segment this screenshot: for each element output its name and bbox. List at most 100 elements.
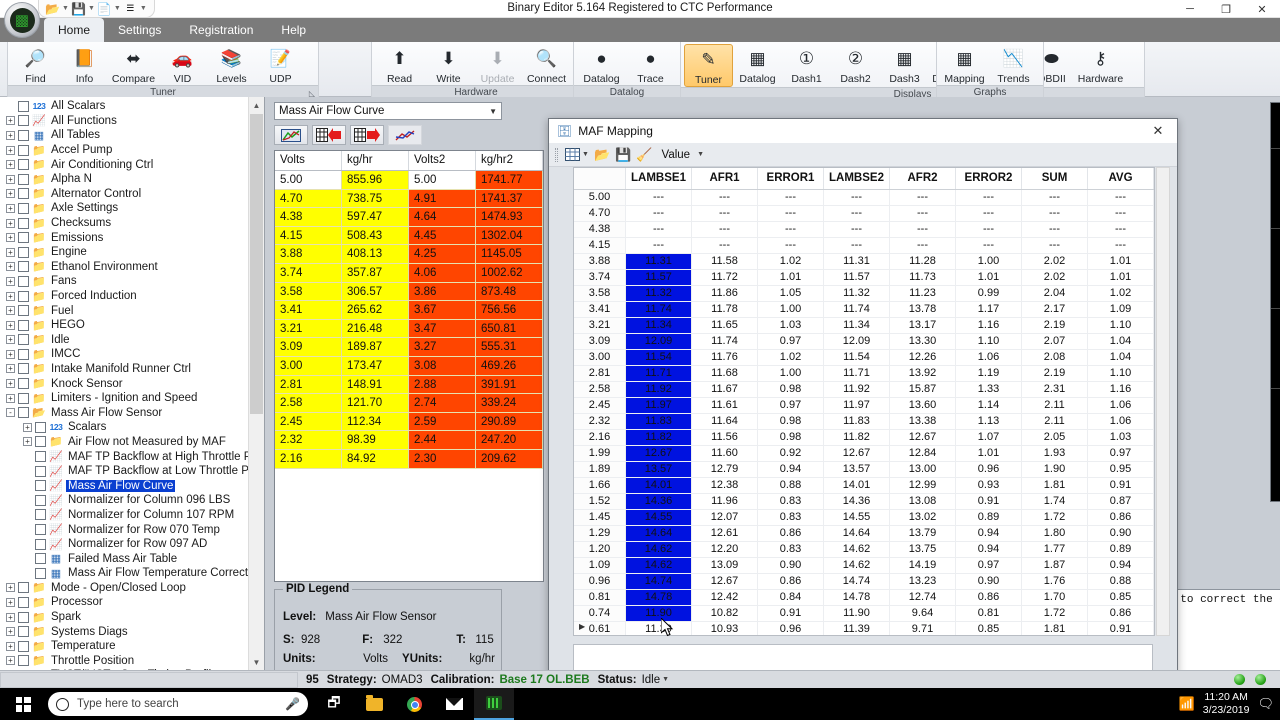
task-view-icon[interactable]: 🗗 xyxy=(314,688,354,720)
maf-table-cell[interactable]: 12.74 xyxy=(890,590,956,605)
application-menu-orb[interactable]: ▩ xyxy=(4,2,40,38)
maf-table-row[interactable]: 4.38 --- --- --- --- --- --- --- --- xyxy=(574,222,1154,238)
curve-grid-cell[interactable]: 4.06 xyxy=(409,263,476,282)
maf-table-cell[interactable]: 0.98 xyxy=(758,414,824,429)
tree-item-checkbox[interactable] xyxy=(35,421,46,433)
tree-item-maf-tp-backflow-at-high-throttle-position[interactable]: 📈 MAF TP Backflow at High Throttle Positi… xyxy=(0,449,264,464)
maf-table-cell[interactable]: 13.02 xyxy=(890,510,956,525)
maf-table-cell[interactable]: 11.67 xyxy=(692,382,758,397)
maf-table-cell[interactable]: 12.67 xyxy=(890,430,956,445)
maf-table-cell[interactable]: 11.82 xyxy=(824,430,890,445)
maf-table-cell[interactable]: 11.61 xyxy=(692,398,758,413)
maf-table-cell[interactable]: 2.19 xyxy=(1022,318,1088,333)
maf-table-cell[interactable]: 14.78 xyxy=(824,590,890,605)
maf-table-cell[interactable]: 1.81 xyxy=(1022,478,1088,493)
ribbon-button-datalog[interactable]: ▦ Datalog xyxy=(733,44,782,87)
maf-table-cell[interactable]: 0.92 xyxy=(758,446,824,461)
tree-item-ethanol-environment[interactable]: + 📁 Ethanol Environment xyxy=(0,260,248,275)
maf-table-cell[interactable]: 13.30 xyxy=(890,334,956,349)
ribbon-button-write[interactable]: ⬇ Write xyxy=(424,44,473,85)
maf-table-row[interactable]: 4.70 --- --- --- --- --- --- --- --- xyxy=(574,206,1154,222)
tree-item-checkbox[interactable] xyxy=(18,319,29,331)
collapse-icon[interactable]: - xyxy=(6,408,15,418)
curve-grid-cell[interactable]: 3.21 xyxy=(275,319,342,338)
curve-grid-cell[interactable]: 3.67 xyxy=(409,301,476,319)
maf-table-cell[interactable]: 12.09 xyxy=(824,334,890,349)
expand-icon[interactable]: + xyxy=(6,656,15,666)
tree-item-checkbox[interactable] xyxy=(18,202,29,214)
tree-item-checkbox[interactable] xyxy=(18,144,29,156)
curve-grid-cell[interactable]: 3.86 xyxy=(409,282,476,301)
maf-table-cell[interactable]: 1.02 xyxy=(758,254,824,269)
maf-table-cell[interactable]: 1.09 xyxy=(1088,302,1154,317)
tree-item-all-tables[interactable]: + ▦ All Tables xyxy=(0,128,248,143)
tree-item-forced-induction[interactable]: + 📁 Forced Induction xyxy=(0,289,248,304)
maf-table-cell[interactable]: 13.92 xyxy=(890,366,956,381)
maf-table-cell[interactable]: 12.67 xyxy=(626,446,692,461)
maf-table-cell[interactable]: 11.34 xyxy=(626,318,692,333)
maf-table-row[interactable]: 3.41 11.74 11.78 1.00 11.74 13.78 1.17 2.17 1.09 xyxy=(574,302,1154,318)
maf-table-row[interactable]: 4.15 --- --- --- --- --- --- --- --- xyxy=(574,238,1154,254)
maf-table-cell[interactable]: 1.74 xyxy=(1022,494,1088,509)
ribbon-tab-settings[interactable]: Settings xyxy=(104,18,175,42)
ribbon-button-connect[interactable]: 🔍 Connect xyxy=(522,44,571,85)
open-dropdown-caret-icon[interactable]: ▼ xyxy=(61,5,70,12)
maf-table-cell[interactable]: 14.74 xyxy=(824,574,890,589)
curve-grid-cell[interactable]: 3.09 xyxy=(275,338,342,356)
maf-table-cell[interactable]: 13.38 xyxy=(890,414,956,429)
maf-table-row[interactable]: 2.58 11.92 11.67 0.98 11.92 15.87 1.33 2.31 1.16 xyxy=(574,382,1154,398)
parameter-tree-panel[interactable]: 123 All Scalars + 📈 All Functions + ▦ All Table… xyxy=(0,97,265,670)
maf-table-cell[interactable]: 0.97 xyxy=(1088,446,1154,461)
curve-grid-cell[interactable]: 4.70 xyxy=(275,189,342,208)
curve-grid-cell[interactable]: 265.62 xyxy=(342,301,409,319)
maf-table-cell[interactable]: 0.86 xyxy=(758,574,824,589)
tree-item-checksums[interactable]: + 📁 Checksums xyxy=(0,216,248,231)
save-button[interactable]: 💾 xyxy=(615,147,631,163)
maf-table-cell[interactable]: --- xyxy=(956,190,1022,205)
ribbon-button-hardware[interactable]: ⚷ Hardware xyxy=(1076,44,1125,87)
curve-grid-row[interactable]: 2.45 112.34 2.59 290.89 xyxy=(275,412,543,432)
maf-table-cell[interactable]: 0.89 xyxy=(1088,542,1154,557)
tree-item-failed-mass-air-table[interactable]: ▦ Failed Mass Air Table xyxy=(0,551,248,566)
maf-table-cell[interactable]: 2.05 xyxy=(1022,430,1088,445)
ribbon-button-trends[interactable]: 📉 Trends xyxy=(989,44,1038,85)
maf-table-cell[interactable]: 11.28 xyxy=(890,254,956,269)
maf-table-cell[interactable]: 1.16 xyxy=(1088,382,1154,397)
maf-table-cell[interactable]: --- xyxy=(890,238,956,253)
file-explorer-icon[interactable] xyxy=(354,688,394,720)
curve-grid-cell[interactable]: 112.34 xyxy=(342,412,409,431)
maf-table-cell[interactable]: --- xyxy=(1022,206,1088,221)
tree-item-mass-air-flow-sensor[interactable]: - 📂 Mass Air Flow Sensor xyxy=(0,405,248,420)
curve-grid-cell[interactable]: 3.47 xyxy=(409,319,476,338)
maf-table-cell[interactable]: 11.34 xyxy=(824,318,890,333)
curve-column-header[interactable]: kg/hr xyxy=(342,151,409,170)
maf-table-cell[interactable]: 0.83 xyxy=(758,542,824,557)
curve-grid-cell[interactable]: 290.89 xyxy=(476,412,543,431)
maf-table-cell[interactable]: 11.96 xyxy=(692,494,758,509)
maf-table-cell[interactable]: 0.94 xyxy=(956,542,1022,557)
microphone-icon[interactable]: 🎤 xyxy=(285,697,300,711)
curve-grid-row[interactable]: 2.32 98.39 2.44 247.20 xyxy=(275,431,543,450)
maf-table-cell[interactable]: --- xyxy=(692,206,758,221)
maf-table-row[interactable]: 2.45 11.97 11.61 0.97 11.97 13.60 1.14 2.11 1.06 xyxy=(574,398,1154,414)
expand-icon[interactable]: + xyxy=(6,364,15,374)
curve-grid-cell[interactable]: 2.32 xyxy=(275,431,342,449)
tree-item-checkbox[interactable] xyxy=(18,246,29,258)
curve-grid-row[interactable]: 3.00 173.47 3.08 469.26 xyxy=(275,356,543,376)
tree-item-checkbox[interactable] xyxy=(18,596,29,608)
maf-table-cell[interactable]: 0.97 xyxy=(758,398,824,413)
maf-table-cell[interactable]: 0.84 xyxy=(758,590,824,605)
curve-grid-cell[interactable]: 1302.04 xyxy=(476,226,543,245)
table-selector-combo[interactable]: Mass Air Flow Curve ▼ xyxy=(274,102,502,120)
tree-item-checkbox[interactable] xyxy=(18,115,29,127)
maf-table-cell[interactable]: 0.93 xyxy=(956,478,1022,493)
curve-grid-cell[interactable]: 873.48 xyxy=(476,282,543,301)
maf-table-cell[interactable]: 0.94 xyxy=(956,526,1022,541)
tree-item-checkbox[interactable] xyxy=(35,553,46,565)
maf-table-cell[interactable]: 14.01 xyxy=(626,478,692,493)
maf-table-cell[interactable]: 11.68 xyxy=(692,366,758,381)
grid-options-button[interactable]: ▼ xyxy=(565,148,589,161)
maf-table-cell[interactable]: 11.64 xyxy=(692,414,758,429)
maf-table-cell[interactable]: 11.71 xyxy=(824,366,890,381)
smooth-curve-button[interactable] xyxy=(388,125,422,145)
